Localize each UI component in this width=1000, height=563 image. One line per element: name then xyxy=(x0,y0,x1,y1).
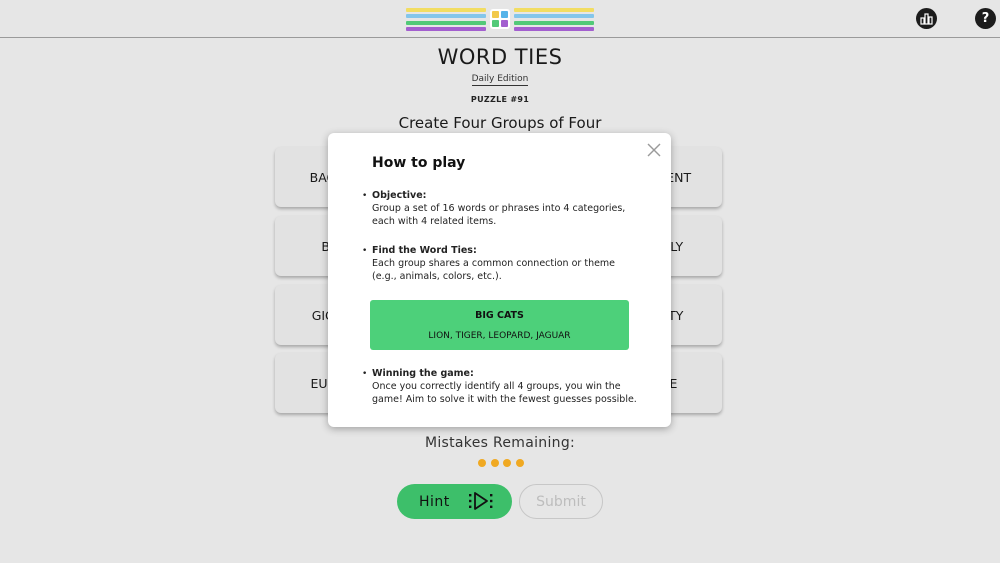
section-heading: Find the Word Ties: xyxy=(372,245,477,256)
edition-text: Daily Edition xyxy=(471,74,529,86)
puzzle-number: PUZZLE #91 xyxy=(470,95,530,104)
section-body: Group a set of 16 words or phrases into … xyxy=(372,203,626,227)
logo-stripes-left xyxy=(406,8,486,31)
edition-label: Daily Edition xyxy=(0,74,1000,86)
bullet-icon: • xyxy=(362,246,368,256)
close-icon[interactable] xyxy=(646,142,662,158)
hint-play-icon xyxy=(469,492,493,510)
game-title: WORD TIES xyxy=(437,45,563,69)
mistakes-remaining-label: Mistakes Remaining: xyxy=(424,435,576,451)
winning-section: • Winning the game: Once you correctly i… xyxy=(362,368,652,408)
section-body: Once you correctly identify all 4 groups… xyxy=(372,381,637,405)
hint-button[interactable]: Hint xyxy=(397,484,512,519)
mistake-dot xyxy=(490,459,499,467)
find-word-ties-section: • Find the Word Ties: Each group shares … xyxy=(362,245,652,285)
top-bar: ? xyxy=(0,0,1000,38)
mistake-dot xyxy=(515,459,524,467)
bar-chart-icon xyxy=(920,12,933,25)
instructions-text: Create Four Groups of Four xyxy=(398,114,602,132)
example-category-items: LION, TIGER, LEOPARD, JAGUAR xyxy=(428,331,571,341)
mistake-dot xyxy=(503,459,512,467)
how-to-play-modal: How to play • Objective: Group a set of … xyxy=(328,133,671,427)
word-ties-logo xyxy=(406,8,594,31)
section-heading: Objective: xyxy=(372,190,427,201)
submit-button[interactable]: Submit xyxy=(519,484,603,519)
example-category-card: BIG CATS LION, TIGER, LEOPARD, JAGUAR xyxy=(370,300,629,350)
logo-stripes-right xyxy=(514,8,594,31)
example-category-title: BIG CATS xyxy=(475,310,524,321)
hint-button-label: Hint xyxy=(419,493,450,510)
section-body: Each group shares a common connection or… xyxy=(372,258,616,282)
objective-section: • Objective: Group a set of 16 words or … xyxy=(362,190,652,230)
mistake-dot xyxy=(478,459,486,467)
stats-icon[interactable] xyxy=(916,8,937,29)
help-icon[interactable]: ? xyxy=(975,8,996,29)
bullet-icon: • xyxy=(362,369,368,379)
logo-grid-icon xyxy=(490,9,510,29)
mistakes-dots xyxy=(478,459,524,467)
modal-title: How to play xyxy=(372,155,466,171)
help-glyph: ? xyxy=(981,11,990,26)
section-heading: Winning the game: xyxy=(372,368,474,379)
bullet-icon: • xyxy=(362,191,368,201)
